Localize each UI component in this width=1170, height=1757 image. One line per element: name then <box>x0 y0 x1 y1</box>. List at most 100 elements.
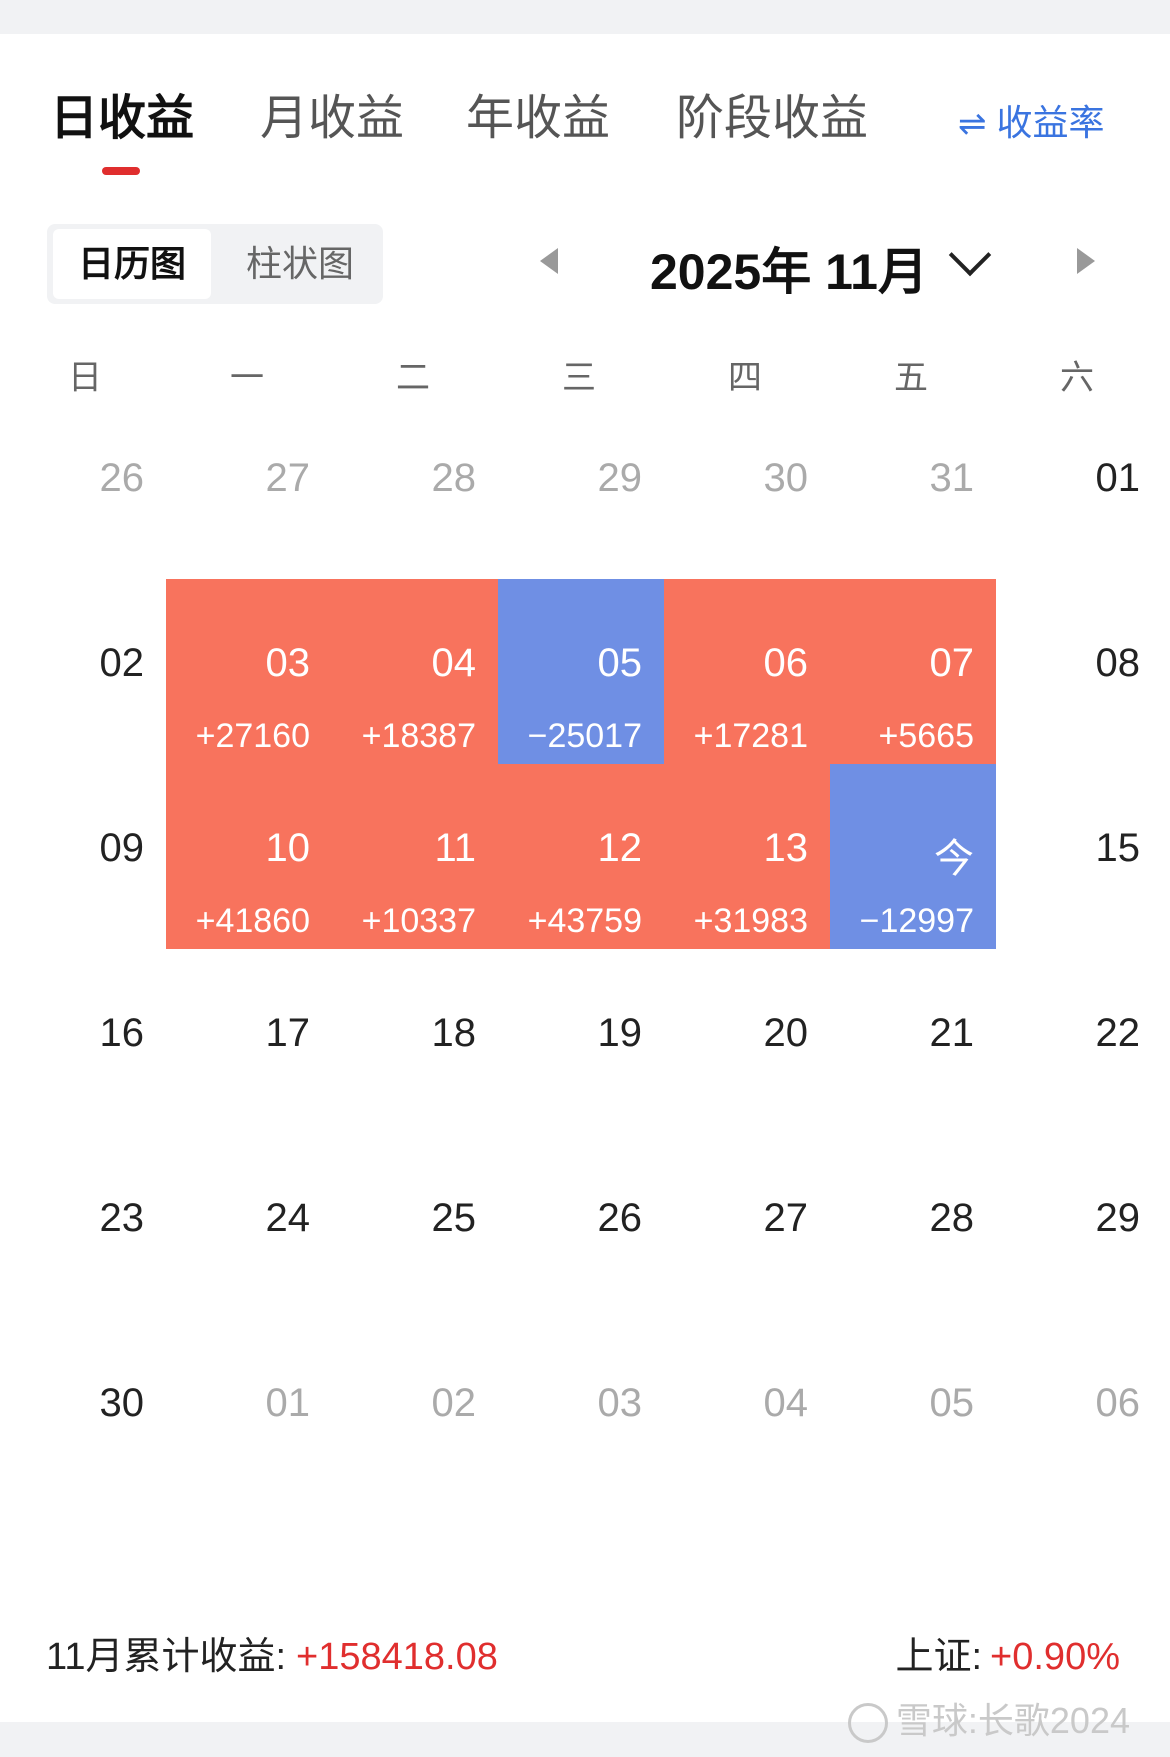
tab-monthly[interactable]: 月收益 <box>260 78 404 148</box>
calendar-day-cell[interactable]: 20 <box>664 949 830 1134</box>
watermark-text: 雪球:长歌2024 <box>895 1700 1130 1741</box>
swap-icon: ⇌ <box>958 105 987 143</box>
calendar-day-cell[interactable]: 28 <box>332 394 498 579</box>
calendar-day-cell[interactable]: 26 <box>498 1134 664 1319</box>
day-number: 27 <box>265 456 311 500</box>
calendar-day-cell-with-profit[interactable]: 12 +43759 <box>498 764 664 949</box>
calendar-day-cell[interactable]: 19 <box>498 949 664 1134</box>
day-number: 05 <box>929 1381 975 1425</box>
calendar-day-cell[interactable]: 25 <box>332 1134 498 1319</box>
calendar-day-cell[interactable]: 04 <box>664 1319 830 1504</box>
calendar-day-cell-with-profit[interactable]: 05 −25017 <box>498 579 664 764</box>
day-number: 03 <box>597 1381 643 1425</box>
day-number: 11 <box>434 826 476 870</box>
calendar-day-cell[interactable]: 02 <box>332 1319 498 1504</box>
weekday-label: 五 <box>894 359 928 397</box>
day-number: 30 <box>763 456 809 500</box>
day-profit-value: +27160 <box>195 717 310 755</box>
calendar-day-cell-with-profit[interactable]: 今 −12997 <box>830 764 996 949</box>
calendar-day-cell-with-profit[interactable]: 06 +17281 <box>664 579 830 764</box>
calendar-day-cell-with-profit[interactable]: 10 +41860 <box>166 764 332 949</box>
monthly-total: 11月累计收益: +158418.08 <box>46 1625 498 1680</box>
day-number: 24 <box>265 1196 311 1240</box>
chevron-down-icon[interactable] <box>948 233 992 277</box>
day-number: 06 <box>1095 1381 1141 1425</box>
calendar-day-cell[interactable]: 28 <box>830 1134 996 1319</box>
day-number: 16 <box>99 1011 145 1055</box>
calendar-day-cell[interactable]: 31 <box>830 394 996 579</box>
calendar-day-cell[interactable]: 22 <box>996 949 1162 1134</box>
tab-daily[interactable]: 日收益 <box>50 78 194 148</box>
calendar-day-cell[interactable]: 23 <box>0 1134 166 1319</box>
calendar-day-cell[interactable]: 29 <box>498 394 664 579</box>
rate-toggle-button[interactable]: ⇌ 收益率 <box>958 94 1105 146</box>
calendar-day-cell-with-profit[interactable]: 11 +10337 <box>332 764 498 949</box>
calendar-day-cell[interactable]: 30 <box>664 394 830 579</box>
tab-yearly[interactable]: 年收益 <box>466 78 610 148</box>
day-profit-value: +10337 <box>361 902 476 940</box>
weekday-label: 二 <box>396 359 430 397</box>
calendar-day-cell-with-profit[interactable]: 07 +5665 <box>830 579 996 764</box>
bar-view-button[interactable]: 柱状图 <box>221 229 379 299</box>
day-number: 28 <box>431 456 477 500</box>
day-number: 今 <box>934 837 974 881</box>
calendar-day-cell[interactable]: 02 <box>0 579 166 764</box>
rate-toggle-label: 收益率 <box>996 102 1105 143</box>
calendar-day-cell[interactable]: 08 <box>996 579 1162 764</box>
calendar-day-cell[interactable]: 01 <box>166 1319 332 1504</box>
day-number: 10 <box>265 826 311 870</box>
calendar-day-cell[interactable]: 03 <box>498 1319 664 1504</box>
calendar-day-cell-with-profit[interactable]: 13 +31983 <box>664 764 830 949</box>
calendar-day-cell[interactable]: 01 <box>996 394 1162 579</box>
calendar-day-cell[interactable]: 29 <box>996 1134 1162 1319</box>
next-month-icon[interactable] <box>1077 248 1095 274</box>
calendar-day-cell[interactable]: 21 <box>830 949 996 1134</box>
calendar-day-cell[interactable]: 18 <box>332 949 498 1134</box>
weekday-label: 日 <box>68 359 102 397</box>
calendar-day-cell[interactable]: 30 <box>0 1319 166 1504</box>
day-profit-value: +31983 <box>693 902 808 940</box>
day-number: 02 <box>99 641 145 685</box>
day-number: 18 <box>431 1011 477 1055</box>
index-value: +0.90% <box>990 1636 1120 1678</box>
day-number: 19 <box>597 1011 643 1055</box>
calendar-day-cell[interactable]: 06 <box>996 1319 1162 1504</box>
day-profit-value: −25017 <box>527 717 642 755</box>
calendar-day-cell-with-profit[interactable]: 04 +18387 <box>332 579 498 764</box>
day-number: 05 <box>597 641 643 685</box>
calendar-day-cell-with-profit[interactable]: 03 +27160 <box>166 579 332 764</box>
day-number: 26 <box>597 1196 643 1240</box>
calendar-day-cell[interactable]: 16 <box>0 949 166 1134</box>
calendar-day-cell[interactable]: 09 <box>0 764 166 949</box>
day-number: 30 <box>99 1381 145 1425</box>
day-number: 20 <box>763 1011 809 1055</box>
day-number: 23 <box>99 1196 145 1240</box>
weekday-label: 六 <box>1060 359 1094 397</box>
top-strip <box>0 0 1170 34</box>
weekday-label: 四 <box>728 359 762 397</box>
day-number: 12 <box>597 826 643 870</box>
day-number: 31 <box>929 456 975 500</box>
day-number: 29 <box>597 456 643 500</box>
month-title[interactable]: 2025年 11月 <box>650 232 928 304</box>
day-number: 04 <box>431 641 477 685</box>
calendar-day-cell[interactable]: 17 <box>166 949 332 1134</box>
monthly-total-label: 11月累计收益: <box>46 1636 287 1678</box>
xueqiu-logo-icon <box>847 1703 888 1744</box>
calendar-view-button[interactable]: 日历图 <box>53 229 211 299</box>
calendar-day-cell[interactable]: 05 <box>830 1319 996 1504</box>
day-number: 08 <box>1095 641 1141 685</box>
weekday-label: 一 <box>230 359 264 397</box>
weekday-header: 日一二三四五六 <box>0 350 1170 400</box>
calendar-day-cell[interactable]: 24 <box>166 1134 332 1319</box>
day-number: 09 <box>99 826 145 870</box>
calendar-day-cell[interactable]: 27 <box>664 1134 830 1319</box>
tab-period[interactable]: 阶段收益 <box>676 78 868 148</box>
calendar-day-cell[interactable]: 15 <box>996 764 1162 949</box>
day-profit-value: +43759 <box>527 902 642 940</box>
calendar-day-cell[interactable]: 27 <box>166 394 332 579</box>
calendar-day-cell[interactable]: 26 <box>0 394 166 579</box>
prev-month-icon[interactable] <box>540 248 558 274</box>
day-number: 03 <box>265 641 311 685</box>
day-number: 17 <box>265 1011 311 1055</box>
